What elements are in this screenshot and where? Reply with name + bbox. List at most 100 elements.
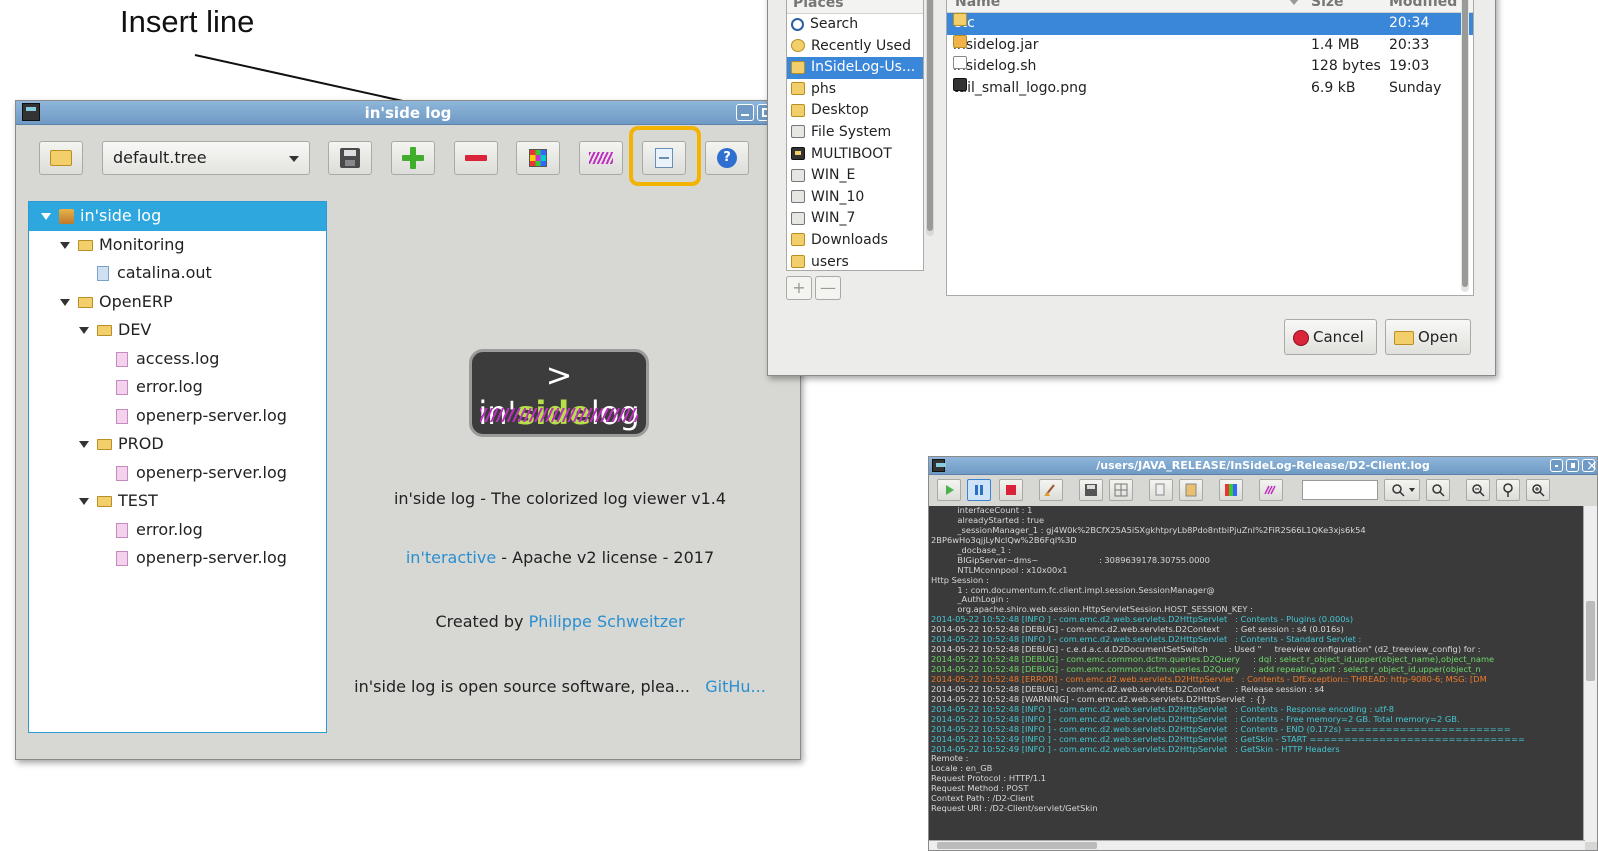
tree-node[interactable]: openerp-server.log [29,544,326,573]
tree-node-label: error.log [136,519,203,539]
zoom-reset-button[interactable] [1496,479,1520,501]
broom-icon [1044,484,1055,496]
tree-node[interactable]: PROD [29,430,326,459]
pause-icon [975,485,983,495]
cancel-button[interactable]: Cancel [1284,319,1377,355]
file-modified: 20:33 [1389,36,1430,53]
tree-node[interactable]: catalina.out [29,259,326,288]
play-button[interactable] [937,479,961,501]
log-vertical-scrollbar[interactable] [1583,506,1597,842]
expand-arrow-icon[interactable] [79,498,89,505]
open-button[interactable]: Open [1385,319,1472,355]
log-line: 2014-05-22 10:52:49 [INFO ] - com.emc.d2… [931,733,1525,744]
minimize-button[interactable] [1550,459,1563,472]
tree-node[interactable]: in'side log [29,202,326,231]
main-titlebar[interactable]: in'side log [16,101,800,125]
help-button[interactable]: ? [705,141,749,175]
remove-place-button[interactable]: — [815,276,841,300]
log-save-button[interactable] [1079,479,1103,501]
tree-file-select[interactable]: default.tree [102,141,310,175]
tree-node[interactable]: error.log [29,373,326,402]
clear-button[interactable] [1039,479,1063,501]
open-folder-button[interactable] [39,141,83,175]
file-row[interactable]: insidelog.sh 128 bytes 19:03 [947,56,1473,78]
expand-arrow-icon[interactable] [79,327,89,334]
github-link[interactable]: GitHu... [705,677,766,696]
tree-node[interactable]: openerp-server.log [29,459,326,488]
pause-button[interactable] [967,479,991,501]
file-row[interactable]: tail_small_logo.png 6.9 kB Sunday [947,77,1473,100]
remove-button[interactable] [454,141,498,175]
author-link[interactable]: Philippe Schweitzer [529,612,685,631]
place-item-search[interactable]: Search [787,14,923,36]
insert-line-annotation: Insert line [120,4,255,39]
file-size: 6.9 kB [1311,79,1356,96]
license-line: in'teractive - Apache v2 license - 2017 [405,548,715,567]
tree-node[interactable]: Monitoring [29,231,326,260]
zoom-out-button[interactable] [1466,479,1490,501]
log-file-icon [116,351,128,367]
log-palette-button[interactable] [1219,479,1243,501]
places-scrollbar[interactable] [926,0,934,236]
place-item-usb[interactable]: MULTIBOOT [787,144,923,166]
log-console[interactable]: interfaceCount : 1 alreadyStarted : true… [929,506,1583,842]
place-item-drive[interactable]: File System [787,122,923,144]
color-palette-button[interactable] [516,141,560,175]
paste-button[interactable] [1179,479,1203,501]
tree-node[interactable]: OpenERP [29,288,326,317]
maximize-button[interactable] [1566,459,1579,472]
zoom-in-button[interactable] [1526,479,1550,501]
log-titlebar[interactable]: /users/JAVA_RELEASE/InSideLog-Release/D2… [929,457,1598,475]
find-next-button[interactable] [1426,479,1450,501]
tree-node[interactable]: DEV [29,316,326,345]
log-tree[interactable]: in'side log Monitoring catalina.out OpenERP… [28,201,327,733]
copy-button[interactable] [1149,479,1173,501]
file-chooser-dialog: Places Search Recently Used InSideLog-Us..… [767,0,1496,376]
file-name-text: tail_small_logo.png [953,79,1087,96]
log-horizontal-scrollbar[interactable] [929,840,1585,850]
stop-button[interactable] [999,479,1023,501]
folder-icon [791,103,805,117]
log-search-input[interactable] [1302,480,1378,500]
name-column-header[interactable]: Name [955,0,1000,12]
expand-arrow-icon[interactable] [79,441,89,448]
file-row[interactable]: insidelog.jar 1.4 MB 20:33 [947,34,1473,57]
place-item-folder[interactable]: InSideLog-Us... [787,57,923,79]
tree-node[interactable]: access.log [29,345,326,374]
log-settings-button[interactable] [1109,479,1133,501]
expand-arrow-icon[interactable] [41,213,51,220]
files-scrollbar[interactable] [1461,0,1469,292]
tree-node[interactable]: error.log [29,516,326,545]
place-label: Desktop [811,102,869,119]
place-item-folder[interactable]: phs [787,79,923,101]
tree-node[interactable]: openerp-server.log [29,402,326,431]
minimize-button[interactable] [736,104,754,121]
close-button[interactable] [1582,458,1598,474]
place-label: WIN_7 [811,210,856,227]
search-options-button[interactable] [1384,479,1420,501]
place-item-drive[interactable]: WIN_E [787,165,923,187]
place-item-dl[interactable]: Downloads [787,230,923,252]
add-place-button[interactable]: + [786,276,812,300]
expand-arrow-icon[interactable] [60,298,70,306]
place-item-folder[interactable]: users [787,252,923,270]
tree-file-value: default.tree [113,148,207,167]
place-item-drive[interactable]: WIN_7 [787,208,923,230]
file-row[interactable]: etc 20:34 [947,13,1473,35]
file-size: 128 bytes [1311,58,1381,75]
tree-node-label: in'side log [80,206,162,225]
place-item-recent[interactable]: Recently Used [787,36,923,58]
interactive-link[interactable]: in'teractive [406,548,496,567]
highlight-button[interactable] [579,141,623,175]
tree-node[interactable]: TEST [29,487,326,516]
add-button[interactable] [391,141,435,175]
place-item-folder[interactable]: Desktop [787,100,923,122]
size-column-header[interactable]: Size [1311,0,1344,12]
modified-column-header[interactable]: Modified [1389,0,1457,12]
save-button[interactable] [328,141,372,175]
log-highlight-button[interactable] [1259,479,1283,501]
place-item-drive[interactable]: WIN_10 [787,187,923,209]
place-label: WIN_10 [811,188,865,205]
plus-icon [402,147,424,169]
expand-arrow-icon[interactable] [60,241,70,249]
